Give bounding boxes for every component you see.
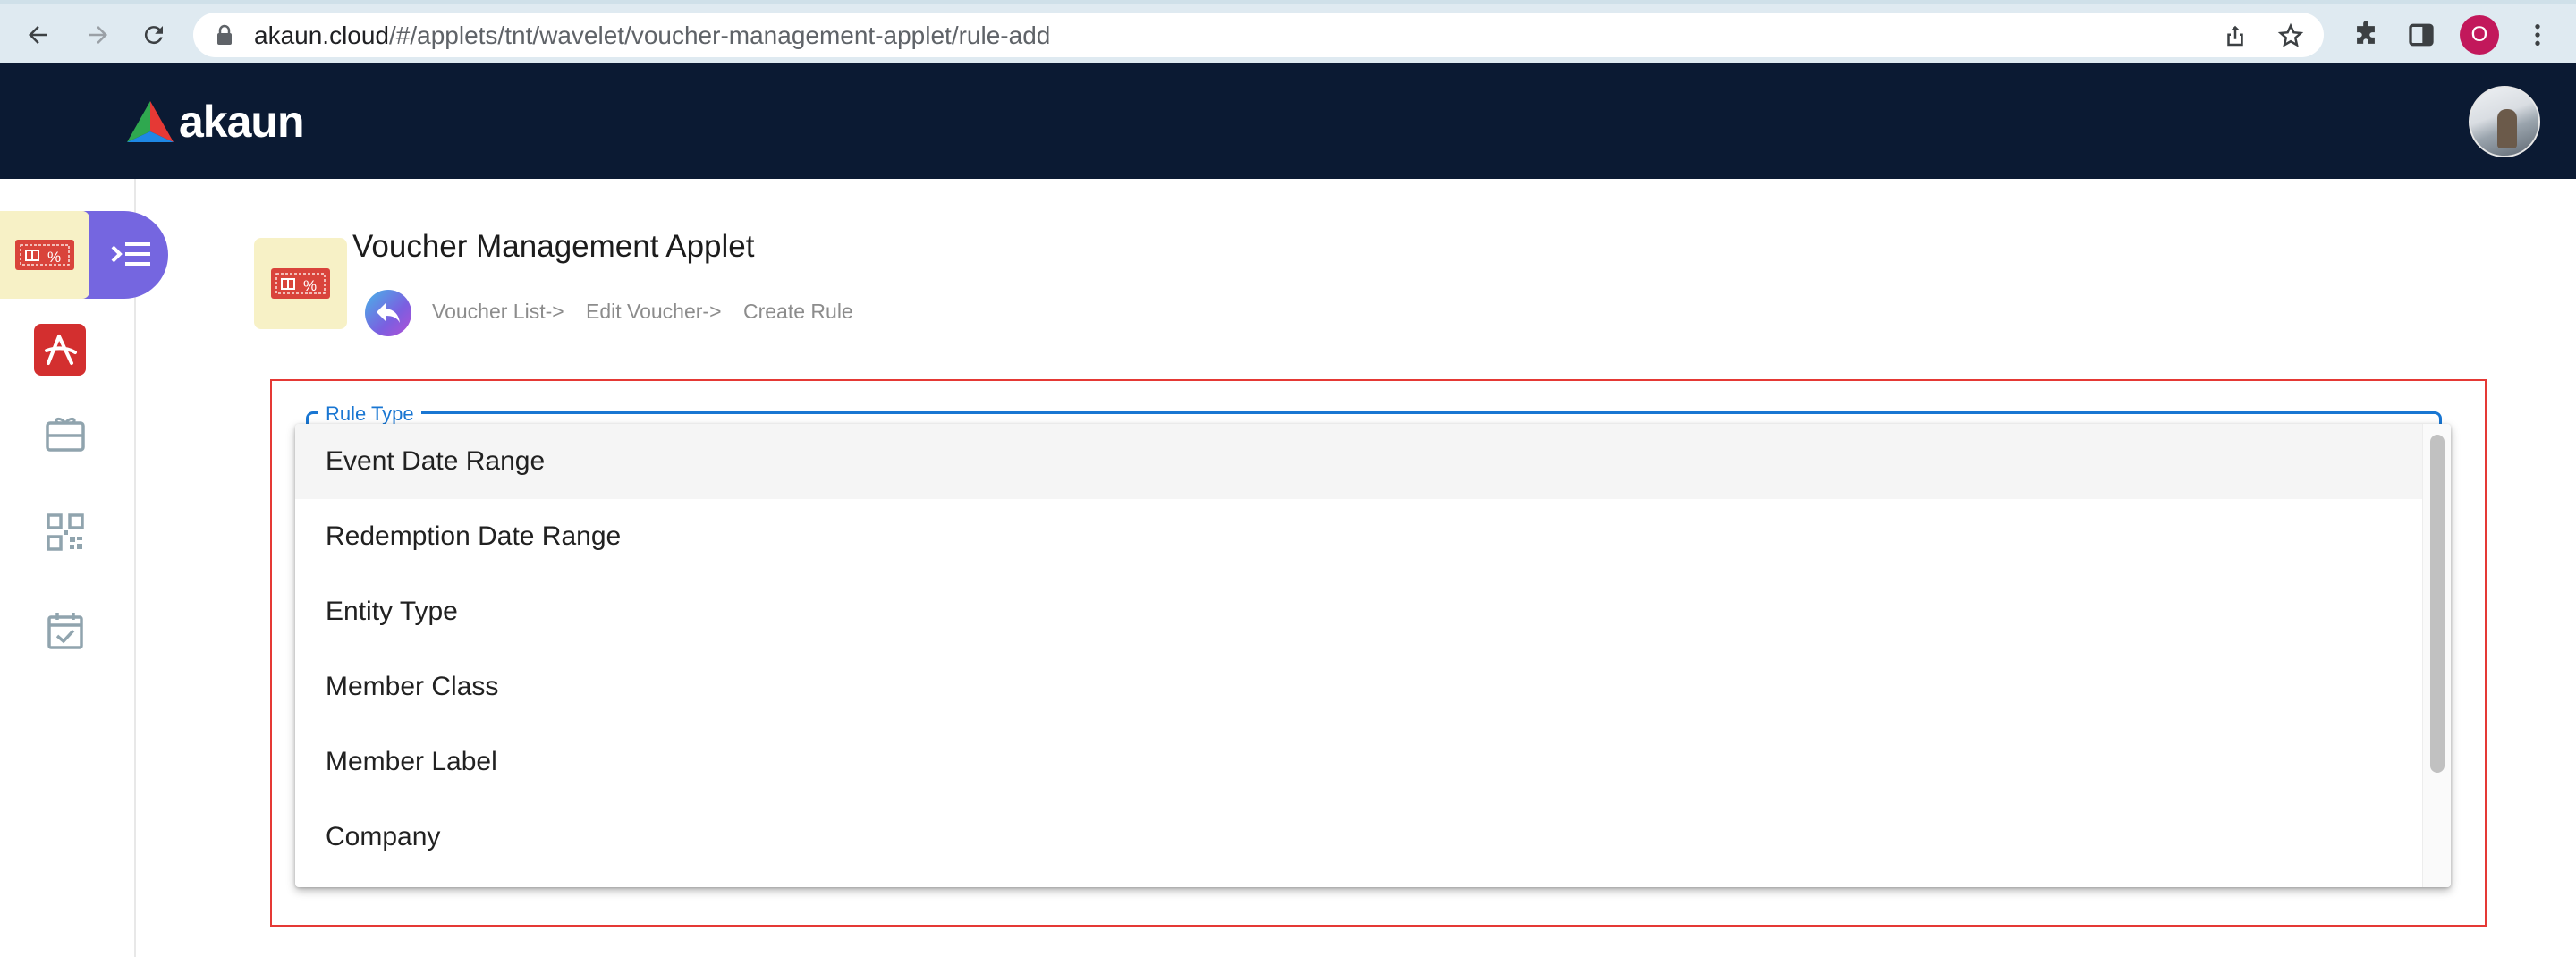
back-arrow-icon[interactable]: [18, 15, 57, 55]
svg-text:%: %: [303, 277, 317, 294]
breadcrumb-create-rule: Create Rule: [743, 300, 853, 323]
option-member-label[interactable]: Member Label: [295, 724, 2422, 800]
sidebar-item-voucher[interactable]: %: [0, 211, 89, 299]
app-header: akaun: [0, 63, 2576, 179]
reply-arrow-icon: [377, 303, 400, 323]
user-avatar[interactable]: [2469, 86, 2540, 157]
sidebar: %: [0, 179, 168, 957]
option-redemption-date-range[interactable]: Redemption Date Range: [295, 499, 2422, 574]
option-event-date-range[interactable]: Event Date Range: [295, 424, 2422, 499]
sidebar-item-brand[interactable]: [30, 320, 89, 379]
voucher-icon: %: [271, 268, 330, 299]
option-member-class[interactable]: Member Class: [295, 649, 2422, 724]
voucher-icon: %: [15, 240, 74, 270]
logo-text: akaun: [179, 97, 305, 147]
calendar-check-icon: [47, 613, 83, 649]
rule-type-dropdown: Event Date Range Redemption Date Range E…: [295, 424, 2451, 887]
star-icon[interactable]: [2277, 22, 2304, 49]
gift-card-icon: [46, 417, 85, 452]
breadcrumb-voucher-list[interactable]: Voucher List->: [432, 300, 564, 324]
url-text: akaun.cloud/#/applets/tnt/wavelet/vouche…: [254, 21, 1051, 49]
forward-arrow-icon[interactable]: [79, 15, 118, 55]
logo-triangle-icon: [127, 101, 174, 142]
lock-icon: [217, 24, 232, 45]
menu-collapse-icon[interactable]: [107, 237, 154, 275]
akaun-logo[interactable]: akaun: [125, 97, 305, 147]
sidebar-item-gift-card[interactable]: [36, 404, 95, 463]
option-company[interactable]: Company: [295, 800, 2422, 875]
page-title: Voucher Management Applet: [352, 229, 755, 264]
qr-code-icon: [47, 513, 84, 551]
scrollbar-thumb[interactable]: [2430, 435, 2445, 773]
reload-icon[interactable]: [134, 15, 174, 55]
puzzle-icon[interactable]: [2349, 18, 2383, 52]
red-brand-icon: [34, 324, 86, 376]
option-entity-type[interactable]: Entity Type: [295, 574, 2422, 649]
browser-toolbar: akaun.cloud/#/applets/tnt/wavelet/vouche…: [0, 0, 2576, 63]
back-button[interactable]: [365, 290, 411, 336]
breadcrumb-edit-voucher[interactable]: Edit Voucher->: [586, 300, 722, 324]
share-icon[interactable]: [2222, 22, 2249, 49]
side-panel-icon[interactable]: [2404, 18, 2438, 52]
kebab-menu-icon[interactable]: [2521, 18, 2555, 52]
address-bar[interactable]: akaun.cloud/#/applets/tnt/wavelet/vouche…: [193, 13, 2324, 57]
dropdown-scrollbar[interactable]: [2422, 424, 2451, 887]
sidebar-item-calendar[interactable]: [36, 601, 95, 660]
profile-avatar[interactable]: O: [2460, 15, 2499, 55]
applet-icon-tile: %: [254, 238, 347, 329]
rule-type-label: Rule Type: [318, 402, 421, 426]
svg-text:%: %: [47, 249, 61, 266]
sidebar-item-qr[interactable]: [36, 503, 95, 562]
